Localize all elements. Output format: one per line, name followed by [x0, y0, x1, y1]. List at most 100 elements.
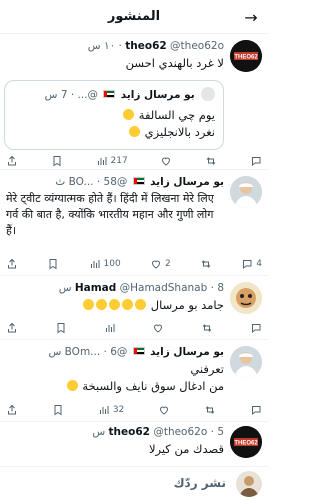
person-avatar-icon [230, 176, 262, 208]
laughing-emoji-icon [122, 299, 134, 310]
user-avatar-icon [236, 471, 262, 497]
bookmark-icon [49, 259, 57, 270]
share-button[interactable] [6, 155, 18, 167]
likes-count: 2 [164, 259, 171, 269]
post-text: मेरे ट्वीट व्यंग्यात्मक होते हैं। हिंदी … [6, 192, 214, 237]
author-name[interactable]: بو مرسال زايد [150, 346, 224, 358]
post-time[interactable]: ١٠ س [88, 40, 115, 52]
author-handle[interactable]: @theo62o [170, 40, 224, 52]
post-text-line2: من ادغال سوق نايف والسبخة [82, 379, 224, 393]
reply-post-3[interactable]: Hamad @HamadShanab · 8 س جامد بو مرسال [0, 276, 268, 340]
quote-avatar [201, 87, 215, 101]
smirk-emoji-icon [66, 380, 78, 391]
replies-count: 4 [256, 259, 262, 269]
page-title: المنشور [107, 9, 161, 24]
back-arrow-icon[interactable]: → [240, 6, 262, 28]
theo62-logo-icon: THEO62 [230, 426, 262, 458]
quoted-post[interactable]: بو مرسال زايد @... · 7 س يوم چي السالفة … [4, 80, 224, 150]
post-text: قصدك من كيرلا [148, 442, 224, 456]
like-button[interactable] [152, 322, 164, 334]
laughing-emoji-icon [83, 299, 95, 310]
smile-emoji-icon [128, 126, 140, 137]
reply-post-2[interactable]: بو مرسال زايد @BO... · 58 ث मेरे ट्वीट व… [0, 170, 268, 276]
action-bar: 32 [6, 402, 262, 418]
views-button[interactable]: 100 [89, 258, 121, 270]
author-name[interactable]: Hamad [75, 282, 116, 294]
author-name[interactable]: theo62 [109, 426, 150, 438]
bookmark-button[interactable] [55, 322, 67, 334]
action-bar: 100 2 4 [6, 256, 262, 272]
views-icon [90, 260, 100, 268]
reply-button[interactable] [250, 404, 262, 416]
views-count: 100 [103, 259, 121, 269]
avatar[interactable] [230, 176, 262, 208]
retweet-icon [206, 157, 216, 165]
reply-post-5[interactable]: THEO62 theo62 @theo62o · 5 س قصدك من كير… [0, 422, 268, 466]
uae-flag-icon [132, 347, 145, 355]
author-name[interactable]: theo62 [125, 40, 166, 52]
reply-composer[interactable]: نشر ردّك [0, 466, 268, 500]
quote-time: 7 س [44, 89, 68, 101]
reply-icon [251, 406, 261, 416]
reply-button[interactable]: 4 [241, 258, 262, 270]
avatar[interactable] [230, 282, 262, 314]
bookmark-button[interactable] [51, 155, 63, 167]
author-handle[interactable]: @BOm... [65, 346, 128, 358]
share-button[interactable] [6, 258, 18, 270]
bookmark-button[interactable] [47, 258, 59, 270]
views-count: 32 [112, 405, 125, 415]
share-icon [8, 404, 16, 415]
laughing-emoji-icon [109, 299, 121, 310]
like-button[interactable] [158, 404, 170, 416]
laughing-emoji-icon [96, 299, 108, 310]
retweet-button[interactable] [204, 404, 216, 416]
bookmark-icon [53, 156, 61, 167]
svg-text:THEO62: THEO62 [234, 55, 258, 61]
share-button[interactable] [6, 404, 18, 416]
avatar[interactable]: THEO62 [230, 426, 262, 458]
avatar[interactable]: THEO62 [230, 40, 262, 72]
post-text-line1: تعرفني [190, 362, 224, 376]
views-button[interactable]: 32 [98, 404, 124, 416]
retweet-button[interactable] [200, 258, 212, 270]
quote-handle: @... [77, 89, 99, 101]
views-button[interactable] [104, 322, 116, 334]
reply-post-1[interactable]: THEO62 theo62 @theo62o · ١٠ س لا غرد بال… [0, 34, 268, 170]
heart-icon [154, 324, 163, 333]
reply-button[interactable] [250, 322, 262, 334]
quote-text-line1: يوم چي السالفة [138, 108, 215, 122]
reply-post-4[interactable]: بو مرسال زايد @BOm... · 6 س تعرفني من اد… [0, 340, 268, 422]
post-meta: Hamad @HamadShanab · 8 س [58, 282, 224, 294]
uae-flag-icon [132, 177, 145, 185]
reply-icon [251, 157, 261, 167]
author-handle[interactable]: @HamadShanab [120, 282, 208, 294]
theo62-logo-icon: THEO62 [230, 40, 262, 72]
retweet-button[interactable] [201, 322, 213, 334]
share-icon [8, 258, 16, 269]
post-text: جامد بو مرسال [150, 298, 224, 312]
share-icon [8, 322, 16, 333]
avatar[interactable] [230, 346, 262, 378]
post-meta: theo62 @theo62o · 5 س [92, 426, 224, 438]
reply-button[interactable] [250, 155, 262, 167]
author-name[interactable]: بو مرسال زايد [150, 176, 224, 188]
share-button[interactable] [6, 322, 18, 334]
heart-icon [160, 406, 169, 415]
reply-input[interactable]: نشر ردّك [174, 476, 226, 490]
post-text: لا غرد بالهندي احسن [125, 56, 224, 70]
bookmark-button[interactable] [52, 404, 64, 416]
thinking-emoji-icon [123, 109, 135, 120]
views-button[interactable]: 217 [96, 155, 128, 167]
retweet-icon [201, 260, 211, 268]
quote-meta: بو مرسال زايد @... · 7 س [13, 87, 215, 101]
post-meta: بو مرسال زايد @BO... · 58 ث [55, 176, 224, 188]
views-icon [105, 324, 115, 332]
action-bar [6, 320, 262, 336]
retweet-button[interactable] [205, 155, 217, 167]
laughing-emoji-icon [135, 299, 147, 310]
like-button[interactable] [160, 155, 172, 167]
like-button[interactable]: 2 [150, 258, 171, 270]
bookmark-icon [57, 323, 65, 334]
heart-icon [162, 157, 171, 166]
author-handle[interactable]: @theo62o [153, 426, 207, 438]
